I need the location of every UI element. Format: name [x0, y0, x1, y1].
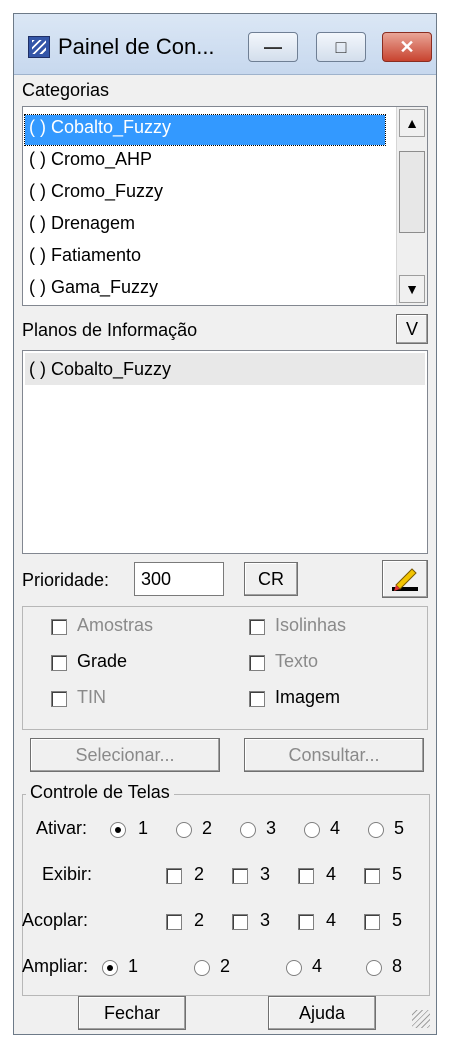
ativar-option: 2	[202, 818, 213, 838]
consultar-button[interactable]: Consultar...	[244, 738, 424, 772]
scroll-up-button[interactable]: ▲	[399, 109, 425, 137]
categorias-label: Categorias	[22, 80, 110, 100]
imagem-checkbox[interactable]	[249, 691, 265, 707]
categorias-list[interactable]: ( ) Cobalto_Fuzzy ( ) Cromo_AHP ( ) Crom…	[22, 106, 428, 306]
ativar-radio-4[interactable]	[304, 822, 320, 838]
title-bar[interactable]: Painel de Con... — □ ✕	[14, 14, 436, 75]
fechar-button[interactable]: Fechar	[78, 996, 186, 1030]
tin-label: TIN	[77, 687, 106, 707]
list-item[interactable]: ( ) Cromo_Fuzzy	[29, 181, 163, 202]
window-title: Painel de Con...	[58, 34, 215, 59]
visual-panel: Amostras Isolinhas Grade Texto TIN Image…	[22, 606, 428, 730]
prioridade-label: Prioridade:	[22, 570, 110, 590]
ampliar-option: 2	[220, 956, 231, 976]
exibir-option: 4	[326, 864, 337, 884]
tin-checkbox[interactable]	[51, 691, 67, 707]
acoplar-checkbox-2[interactable]	[166, 914, 182, 930]
ampliar-option: 8	[392, 956, 403, 976]
grade-label: Grade	[77, 651, 128, 671]
ampliar-radio-1[interactable]	[102, 960, 118, 976]
selecionar-button[interactable]: Selecionar...	[30, 738, 220, 772]
resize-grip-icon[interactable]	[412, 1010, 430, 1028]
acoplar-label: Acoplar:	[22, 910, 89, 930]
list-item[interactable]: ( ) Gama_Fuzzy	[29, 277, 158, 298]
ajuda-button[interactable]: Ajuda	[268, 996, 376, 1030]
list-item[interactable]: ( ) Fatiamento	[29, 245, 141, 266]
exibir-option: 5	[392, 864, 403, 884]
list-item[interactable]: ( ) Drenagem	[29, 213, 135, 234]
ampliar-radio-2[interactable]	[194, 960, 210, 976]
list-item[interactable]: ( ) Cobalto_Fuzzy	[29, 117, 171, 138]
scroll-down-button[interactable]: ▼	[399, 275, 425, 303]
maximize-button[interactable]: □	[316, 32, 366, 62]
arrow-up-icon: ▲	[405, 115, 419, 131]
controle-legend: Controle de Telas	[26, 782, 174, 803]
exibir-option: 2	[194, 864, 205, 884]
list-item[interactable]: ( ) Cobalto_Fuzzy	[29, 359, 171, 380]
arrow-down-icon: ▼	[405, 281, 419, 297]
ativar-radio-1[interactable]	[110, 822, 126, 838]
categorias-scrollbar[interactable]: ▲ ▼	[396, 107, 427, 305]
ampliar-radio-4[interactable]	[286, 960, 302, 976]
exibir-checkbox-2[interactable]	[166, 868, 182, 884]
exibir-checkbox-5[interactable]	[364, 868, 380, 884]
ampliar-label: Ampliar:	[22, 956, 89, 976]
minimize-button[interactable]: —	[248, 32, 298, 62]
ativar-radio-5[interactable]	[368, 822, 384, 838]
acoplar-option: 3	[260, 910, 271, 930]
ampliar-option: 4	[312, 956, 323, 976]
acoplar-option: 2	[194, 910, 205, 930]
pencil-color-icon	[392, 568, 418, 591]
close-icon: ✕	[399, 36, 415, 57]
acoplar-checkbox-5[interactable]	[364, 914, 380, 930]
scroll-thumb[interactable]	[399, 151, 425, 233]
acoplar-checkbox-4[interactable]	[298, 914, 314, 930]
ativar-radio-3[interactable]	[240, 822, 256, 838]
texto-label: Texto	[275, 651, 319, 671]
maximize-icon: □	[335, 36, 347, 57]
close-button[interactable]: ✕	[382, 32, 432, 62]
prioridade-input[interactable]: 300	[134, 562, 224, 596]
exibir-checkbox-3[interactable]	[232, 868, 248, 884]
imagem-label: Imagem	[275, 687, 341, 707]
isolinhas-checkbox[interactable]	[249, 619, 265, 635]
ativar-option: 3	[266, 818, 277, 838]
texto-checkbox[interactable]	[249, 655, 265, 671]
ativar-option: 1	[138, 818, 149, 838]
ativar-option: 5	[394, 818, 405, 838]
planos-label: Planos de Informação	[22, 320, 198, 340]
acoplar-option: 4	[326, 910, 337, 930]
ativar-label: Ativar:	[36, 818, 88, 838]
acoplar-checkbox-3[interactable]	[232, 914, 248, 930]
ampliar-option: 1	[128, 956, 139, 976]
acoplar-option: 5	[392, 910, 403, 930]
cr-button[interactable]: CR	[244, 562, 298, 596]
amostras-label: Amostras	[77, 615, 154, 635]
ativar-option: 4	[330, 818, 341, 838]
ativar-radio-2[interactable]	[176, 822, 192, 838]
amostras-checkbox[interactable]	[51, 619, 67, 635]
ampliar-radio-8[interactable]	[366, 960, 382, 976]
v-button[interactable]: V	[396, 314, 428, 344]
exibir-checkbox-4[interactable]	[298, 868, 314, 884]
app-icon	[28, 36, 50, 58]
planos-list[interactable]: ( ) Cobalto_Fuzzy	[22, 350, 428, 554]
color-button[interactable]	[382, 560, 428, 598]
isolinhas-label: Isolinhas	[275, 615, 347, 635]
grade-checkbox[interactable]	[51, 655, 67, 671]
painel-de-controle-window: Painel de Con... — □ ✕ Categorias ( ) Co…	[13, 13, 437, 1035]
exibir-option: 3	[260, 864, 271, 884]
exibir-label: Exibir:	[42, 864, 93, 884]
list-item[interactable]: ( ) Cromo_AHP	[29, 149, 152, 170]
minimize-icon: —	[264, 36, 282, 57]
